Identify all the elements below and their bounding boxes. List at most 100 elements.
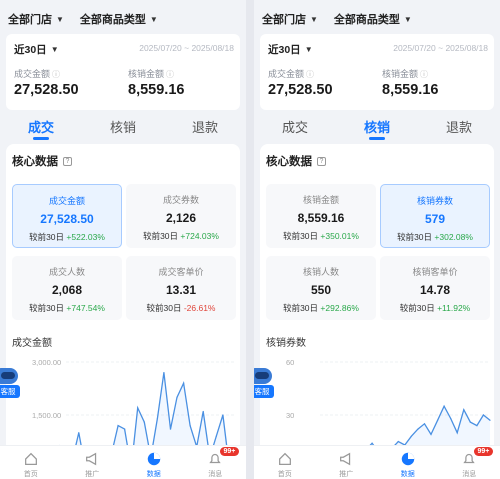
store-filter[interactable]: 全部门店 ▼ <box>8 10 64 28</box>
help-icon[interactable]: ? <box>317 156 326 166</box>
data-point <box>176 396 178 398</box>
card-compare: 较前30日 +522.03% <box>13 231 121 243</box>
tab-1[interactable]: 核销 <box>82 114 164 138</box>
tab-0[interactable]: 成交 <box>254 114 336 138</box>
tabbar-item-2[interactable]: 数据 <box>377 446 439 479</box>
data-point <box>417 428 419 430</box>
filter-bar: 全部门店 ▼ 全部商品类型 ▼ <box>8 10 238 28</box>
core-data-section: 核心数据? 核销金额 8,559.16 较前30日 +350.01% 核销券数 579 较… <box>260 144 494 479</box>
compare-label: 较前30日 <box>283 231 319 241</box>
tab-bar: 成交 核销 退款 <box>0 114 246 140</box>
metric-card[interactable]: 成交人数 2,068 较前30日 +747.54% <box>12 256 122 320</box>
data-point <box>117 425 119 427</box>
data-point <box>222 414 224 416</box>
tab-bar: 成交 核销 退款 <box>254 114 500 140</box>
category-filter[interactable]: 全部商品类型 ▼ <box>80 10 158 28</box>
data-point <box>202 410 204 413</box>
tabbar-item-1[interactable]: 推广 <box>316 446 378 479</box>
tab-2[interactable]: 退款 <box>418 114 500 138</box>
card-label: 成交金额 <box>48 196 85 206</box>
card-value: 14.78 <box>419 283 451 297</box>
data-point <box>215 435 217 437</box>
metric-value: 27,528.50 <box>14 82 79 98</box>
data-point <box>182 382 185 384</box>
range-label: 近30日 <box>14 44 47 56</box>
panel-deal: 全部门店 ▼ 全部商品类型 ▼ 近30日 ▼ 2025/07/20 ~ 2025/08… <box>0 0 246 479</box>
tabbar-item-0[interactable]: 首页 <box>254 446 316 479</box>
card-value: 2,126 <box>165 211 197 225</box>
robot-icon <box>254 368 272 384</box>
change-value: +522.03% <box>66 232 105 242</box>
compare-label: 较前30日 <box>29 232 65 242</box>
metric-card[interactable]: 成交金额 27,528.50 较前30日 +522.03% <box>12 184 122 248</box>
info-icon[interactable]: ⓘ <box>166 70 174 79</box>
info-icon[interactable]: ⓘ <box>420 70 428 79</box>
card-value: 550 <box>310 283 332 297</box>
panel-divider <box>246 0 254 479</box>
range-label: 近30日 <box>268 44 301 56</box>
card-label: 成交券数 <box>162 195 199 205</box>
tabbar-item-1[interactable]: 推广 <box>62 446 124 479</box>
y-tick-label: 30 <box>286 411 294 420</box>
store-filter[interactable]: 全部门店 ▼ <box>262 10 318 28</box>
filter-bar: 全部门店 ▼ 全部商品类型 ▼ <box>262 10 492 28</box>
metric-card[interactable]: 核销金额 8,559.16 较前30日 +350.01% <box>266 184 376 248</box>
home-icon <box>278 452 291 465</box>
metric-value: 27,528.50 <box>268 82 333 98</box>
chart-title: 核销券数 <box>266 338 306 349</box>
data-point <box>156 417 158 420</box>
data-point <box>489 419 491 421</box>
customer-service-button[interactable]: 客服 <box>254 368 276 400</box>
tabbar-item-3[interactable]: 消息 99+ <box>439 446 500 479</box>
tabbar-item-3[interactable]: 消息 99+ <box>185 446 247 479</box>
metric-card[interactable]: 核销客单价 14.78 较前30日 +11.92% <box>380 256 490 320</box>
metric-label: 核销金额 ⓘ <box>128 69 175 79</box>
data-point <box>143 421 145 423</box>
data-point <box>397 440 399 443</box>
card-label: 成交客单价 <box>158 267 204 277</box>
range-selector[interactable]: 近30日 ▼ <box>14 42 59 57</box>
info-icon[interactable]: ⓘ <box>52 70 60 79</box>
compare-label: 较前30日 <box>29 303 65 313</box>
metric-card[interactable]: 成交券数 2,126 较前30日 +724.03% <box>126 184 236 248</box>
change-value: +302.08% <box>434 232 473 242</box>
card-compare: 较前30日 -26.61% <box>126 302 236 314</box>
tabbar-item-0[interactable]: 首页 <box>0 446 62 479</box>
pie-chart-icon <box>147 452 160 466</box>
y-tick-label: 1,500.00 <box>32 411 61 420</box>
info-icon[interactable]: ⓘ <box>306 70 314 79</box>
help-icon[interactable]: ? <box>63 156 72 166</box>
card-value: 8,559.16 <box>297 211 345 225</box>
megaphone-icon <box>86 452 97 466</box>
chart-title: 成交金额 <box>12 338 52 349</box>
megaphone-icon <box>340 452 351 466</box>
data-point <box>169 428 172 430</box>
metric-label: 成交金额 ⓘ <box>14 69 61 79</box>
metric-card[interactable]: 核销人数 550 较前30日 +292.86% <box>266 256 376 320</box>
customer-service-label: 客服 <box>254 385 274 398</box>
tab-2[interactable]: 退款 <box>164 114 246 138</box>
tab-0[interactable]: 成交 <box>0 114 82 140</box>
panel-redeem: 全部门店 ▼ 全部商品类型 ▼ 近30日 ▼ 2025/07/20 ~ 2025/08… <box>254 0 500 479</box>
caret-down-icon: ▼ <box>304 45 313 54</box>
metric-card[interactable]: 成交客单价 13.31 较前30日 -26.61% <box>126 256 236 320</box>
card-value: 579 <box>424 212 446 226</box>
category-filter[interactable]: 全部商品类型 ▼ <box>334 10 412 28</box>
card-label: 成交人数 <box>48 267 85 277</box>
card-label: 核销金额 <box>302 195 339 205</box>
compare-label: 较前30日 <box>146 303 182 313</box>
data-point <box>456 432 458 434</box>
data-point <box>482 414 485 416</box>
data-point <box>163 372 165 374</box>
tabbar-label: 推广 <box>85 471 100 478</box>
data-point <box>78 432 80 434</box>
card-value: 2,068 <box>51 283 83 297</box>
customer-service-button[interactable]: 客服 <box>0 368 22 400</box>
tab-1[interactable]: 核销 <box>336 114 418 140</box>
category-filter-label: 全部商品类型 <box>333 14 400 26</box>
summary-card: 近30日 ▼ 2025/07/20 ~ 2025/08/18 成交金额 ⓘ 27,5… <box>260 34 494 110</box>
caret-down-icon: ▼ <box>403 14 412 24</box>
tabbar-item-2[interactable]: 数据 <box>123 446 185 479</box>
range-selector[interactable]: 近30日 ▼ <box>268 42 313 57</box>
metric-card[interactable]: 核销券数 579 较前30日 +302.08% <box>380 184 490 248</box>
